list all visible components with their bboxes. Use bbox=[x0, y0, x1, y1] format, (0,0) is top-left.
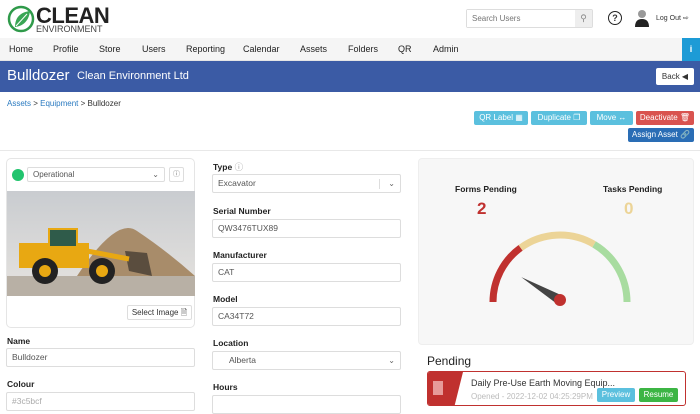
brand-tagline: ENVIRONMENT bbox=[36, 24, 103, 34]
location-value: Alberta bbox=[229, 355, 256, 365]
select-image-label: Select Image bbox=[131, 308, 179, 317]
pending-item-name: Daily Pre-Use Earth Moving Equip... bbox=[471, 378, 616, 388]
back-button[interactable]: Back ◀ bbox=[656, 68, 694, 85]
hours-input[interactable] bbox=[212, 395, 401, 414]
logout-link[interactable]: Log Out ⇨ bbox=[656, 14, 689, 22]
location-label: Location bbox=[213, 338, 249, 348]
tasks-pending-count: 0 bbox=[624, 199, 634, 218]
breadcrumb-equipment[interactable]: Equipment bbox=[40, 99, 78, 108]
status-value: Operational bbox=[33, 170, 75, 179]
breadcrumb: Assets > Equipment > Bulldozer bbox=[7, 99, 121, 108]
search-input[interactable] bbox=[467, 10, 575, 27]
logo-leaf-icon bbox=[7, 5, 35, 33]
select-image-button[interactable]: Select Image 🗎 bbox=[127, 305, 192, 320]
asset-photo bbox=[7, 191, 195, 296]
gauge bbox=[489, 231, 631, 306]
logout-label: Log Out bbox=[656, 15, 681, 22]
tasks-pending-label: Tasks Pending bbox=[603, 184, 663, 194]
nav-calendar[interactable]: Calendar bbox=[243, 44, 280, 54]
forms-pending-count: 2 bbox=[477, 199, 487, 218]
chevron-down-icon: ⌄ bbox=[388, 179, 395, 188]
move-text: Move bbox=[596, 113, 617, 122]
chevron-down-icon: ⌄ bbox=[388, 356, 395, 365]
model-label: Model bbox=[213, 294, 238, 304]
manufacturer-label: Manufacturer bbox=[213, 250, 267, 260]
gauge-red-arc bbox=[489, 244, 523, 303]
gauge-hub bbox=[554, 294, 566, 306]
move-button[interactable]: Move ↔ bbox=[590, 111, 633, 125]
page-subtitle: Clean Environment Ltd bbox=[77, 70, 189, 82]
status-select[interactable]: Operational ⌄ bbox=[27, 167, 165, 182]
gauge-yellow-arc bbox=[518, 231, 596, 251]
serial-input[interactable]: QW3476TUX89 bbox=[212, 219, 401, 238]
type-value: Excavator bbox=[218, 178, 256, 188]
search-icon[interactable]: ⚲ bbox=[575, 10, 592, 27]
deactivate-button[interactable]: Deactivate 🗑 bbox=[636, 111, 694, 125]
type-select[interactable]: Excavator ⌄ bbox=[212, 174, 401, 193]
help-icon[interactable]: ? bbox=[608, 11, 622, 25]
manufacturer-input[interactable]: CAT bbox=[212, 263, 401, 282]
chevron-down-icon: ⌄ bbox=[152, 170, 159, 179]
user-avatar-icon[interactable] bbox=[634, 9, 650, 27]
assign-asset-button[interactable]: Assign Asset 🔗 bbox=[628, 128, 694, 142]
assign-text: Assign Asset bbox=[632, 130, 678, 139]
type-label-text: Type bbox=[213, 162, 233, 172]
status-dot bbox=[12, 169, 24, 181]
back-label: Back bbox=[661, 72, 680, 81]
page-header: Bulldozer Clean Environment Ltd bbox=[0, 61, 700, 92]
status-info-icon[interactable]: ⓘ bbox=[169, 167, 184, 182]
nav-reporting[interactable]: Reporting bbox=[186, 44, 225, 54]
search-box[interactable]: ⚲ bbox=[466, 9, 593, 28]
nav-admin[interactable]: Admin bbox=[433, 44, 459, 54]
hours-label: Hours bbox=[213, 382, 238, 392]
pending-title: Pending bbox=[427, 354, 472, 368]
nav-assets[interactable]: Assets bbox=[300, 44, 327, 54]
nav-users[interactable]: Users bbox=[142, 44, 166, 54]
main-nav: Home Profile Store Users Reporting Calen… bbox=[0, 38, 700, 61]
pending-item[interactable]: Daily Pre-Use Earth Moving Equip... Open… bbox=[427, 371, 686, 406]
duplicate-text: Duplicate bbox=[537, 113, 571, 122]
type-info-icon[interactable]: ⓘ bbox=[235, 162, 244, 172]
breadcrumb-assets[interactable]: Assets bbox=[7, 99, 31, 108]
name-label: Name bbox=[7, 336, 31, 346]
info-button[interactable]: i bbox=[682, 38, 700, 61]
serial-label: Serial Number bbox=[213, 206, 271, 216]
duplicate-button[interactable]: Duplicate ❐ bbox=[531, 111, 587, 125]
qr-label-button[interactable]: QR Label ▦ bbox=[474, 111, 528, 125]
model-input[interactable]: CA34T72 bbox=[212, 307, 401, 326]
nav-profile[interactable]: Profile bbox=[53, 44, 79, 54]
nav-home[interactable]: Home bbox=[9, 44, 33, 54]
qr-label-text: QR Label bbox=[479, 113, 513, 122]
colour-input[interactable]: #3c5bcf bbox=[6, 392, 195, 411]
type-label: Type ⓘ bbox=[213, 161, 243, 173]
name-input[interactable]: Bulldozer bbox=[6, 348, 195, 367]
breadcrumb-current: Bulldozer bbox=[87, 99, 121, 108]
deactivate-text: Deactivate bbox=[639, 113, 678, 122]
location-select[interactable]: Alberta ⌄ bbox=[212, 351, 401, 370]
forms-pending-label: Forms Pending bbox=[455, 184, 517, 194]
page-title: Bulldozer bbox=[7, 67, 70, 84]
divider bbox=[0, 150, 700, 151]
form-document-icon bbox=[433, 381, 443, 395]
gauge-green-arc bbox=[592, 241, 631, 303]
nav-store[interactable]: Store bbox=[99, 44, 121, 54]
nav-folders[interactable]: Folders bbox=[348, 44, 378, 54]
nav-qr[interactable]: QR bbox=[398, 44, 412, 54]
logout-icon: ⇨ bbox=[682, 15, 689, 22]
colour-label: Colour bbox=[7, 379, 35, 389]
